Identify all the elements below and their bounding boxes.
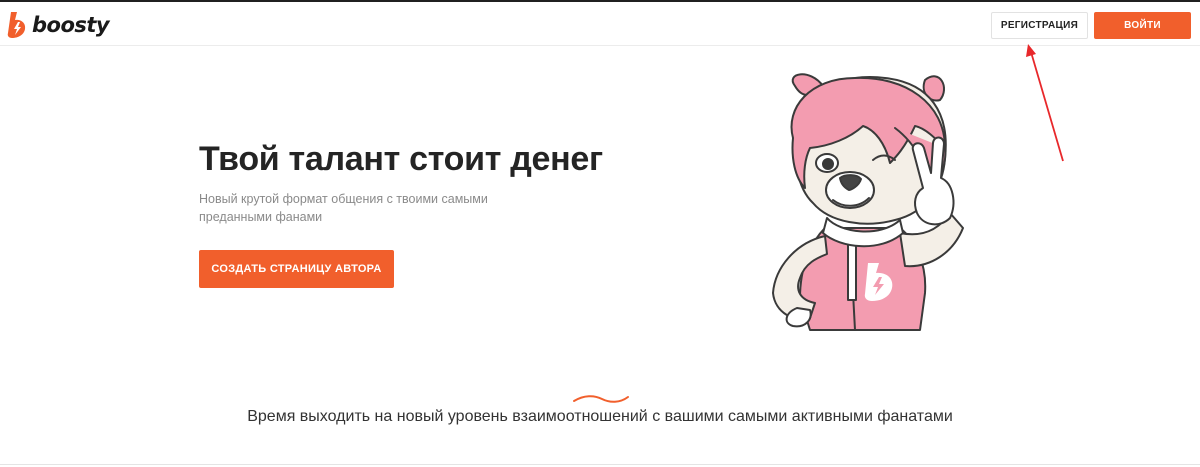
decorative-wave-icon	[573, 395, 629, 403]
boosty-logo-icon	[7, 12, 26, 38]
register-button[interactable]: РЕГИСТРАЦИЯ	[991, 12, 1088, 39]
logo[interactable]: boosty	[6, 10, 110, 40]
section-divider	[0, 464, 1200, 465]
site-header: boosty РЕГИСТРАЦИЯ ВОЙТИ	[0, 2, 1200, 46]
create-author-page-button[interactable]: СОЗДАТЬ СТРАНИЦУ АВТОРА	[199, 250, 394, 288]
logo-text: boosty	[32, 13, 110, 37]
bear-mascot-illustration	[772, 73, 964, 331]
hero-title: Твой талант стоит денег	[199, 140, 603, 178]
hero-subtitle: Новый крутой формат общения с твоими сам…	[199, 192, 488, 224]
tagline: Время выходить на новый уровень взаимоот…	[247, 408, 953, 425]
login-button[interactable]: ВОЙТИ	[1094, 12, 1191, 39]
